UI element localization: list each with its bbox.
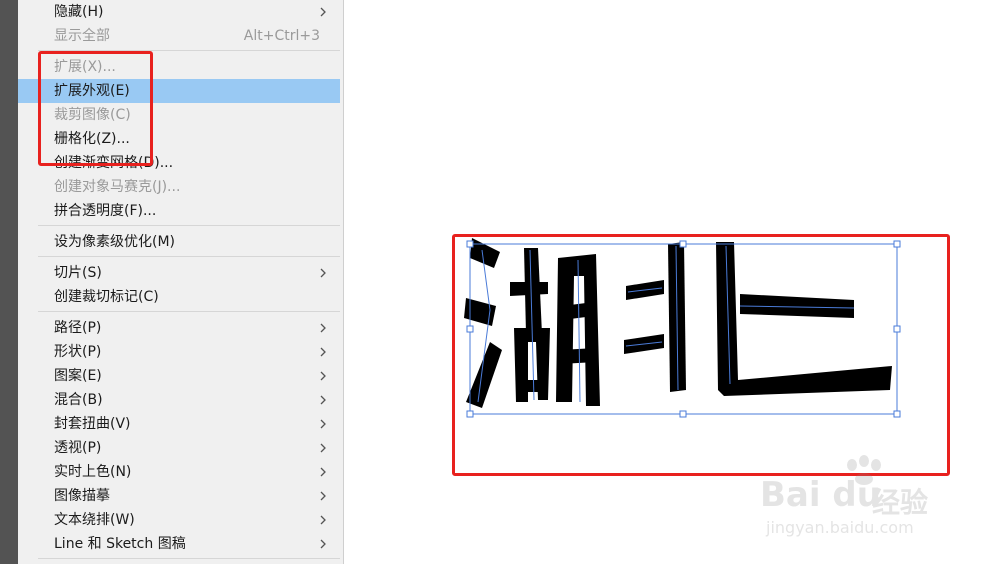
menu-item-pixel-perfect[interactable]: 设为像素级优化(M): [18, 230, 340, 254]
menu-item-label: 形状(P): [54, 344, 102, 360]
menu-item-label: 创建裁切标记(C): [54, 289, 159, 305]
chevron-right-icon: [320, 371, 326, 381]
menu-item-label: 显示全部: [54, 28, 110, 44]
menu-item-label: 文本绕排(W): [54, 512, 135, 528]
menu-item-label: 透视(P): [54, 440, 102, 456]
annotation-artwork-box: [452, 234, 950, 476]
chevron-right-icon: [320, 7, 326, 17]
menu-item-slice[interactable]: 切片(S): [18, 261, 340, 285]
chevron-right-icon: [320, 419, 326, 429]
watermark-url: jingyan.baidu.com: [766, 518, 914, 537]
baidu-jingyan-watermark: Bai du 经验 jingyan.baidu.com: [760, 455, 950, 550]
menu-item-show-all[interactable]: 显示全部 Alt+Ctrl+3: [18, 24, 340, 48]
chevron-right-icon: [320, 443, 326, 453]
watermark-brand: Bai du: [760, 475, 881, 515]
menu-item-label: 图案(E): [54, 368, 102, 384]
watermark-cn: 经验: [872, 486, 929, 519]
chevron-right-icon: [320, 323, 326, 333]
menu-item-label: 图像描摹: [54, 488, 110, 504]
menu-item-live-paint[interactable]: 实时上色(N): [18, 460, 340, 484]
chevron-right-icon: [320, 491, 326, 501]
menu-item-create-trim-marks[interactable]: 创建裁切标记(C): [18, 285, 340, 309]
chevron-right-icon: [320, 515, 326, 525]
menu-item-text-wrap[interactable]: 文本绕排(W): [18, 508, 340, 532]
menu-separator: [38, 558, 340, 559]
menu-item-path[interactable]: 路径(P): [18, 316, 340, 340]
menu-item-label: 拼合透明度(F)...: [54, 203, 157, 219]
menu-separator: [38, 225, 340, 226]
menu-item-label: 路径(P): [54, 320, 102, 336]
chevron-right-icon: [320, 347, 326, 357]
menu-item-perspective[interactable]: 透视(P): [18, 436, 340, 460]
chevron-right-icon: [320, 467, 326, 477]
menu-item-label: 隐藏(H): [54, 4, 104, 20]
menu-item-label: 切片(S): [54, 265, 102, 281]
chevron-right-icon: [320, 268, 326, 278]
chevron-right-icon: [320, 539, 326, 549]
menu-item-blend[interactable]: 混合(B): [18, 388, 340, 412]
menu-item-label: 实时上色(N): [54, 464, 132, 480]
menu-separator: [38, 311, 340, 312]
toolbar-strip: [0, 0, 18, 564]
menu-item-label: 封套扭曲(V): [54, 416, 131, 432]
chevron-right-icon: [320, 395, 326, 405]
menu-item-label: 创建对象马赛克(J)...: [54, 179, 181, 195]
menu-item-create-object-mosaic[interactable]: 创建对象马赛克(J)...: [18, 175, 340, 199]
menu-item-label: 设为像素级优化(M): [54, 234, 176, 250]
menu-item-pattern[interactable]: 图案(E): [18, 364, 340, 388]
menu-item-envelope-distort[interactable]: 封套扭曲(V): [18, 412, 340, 436]
menu-item-label: 混合(B): [54, 392, 103, 408]
menu-item-image-trace[interactable]: 图像描摹: [18, 484, 340, 508]
menu-item-shape[interactable]: 形状(P): [18, 340, 340, 364]
menu-item-shortcut: Alt+Ctrl+3: [243, 28, 320, 44]
menu-item-flatten-transparency[interactable]: 拼合透明度(F)...: [18, 199, 340, 223]
screen: 隐藏(H) 显示全部 Alt+Ctrl+3 扩展(X)... 扩展外观(E) 裁…: [0, 0, 996, 564]
menu-separator: [38, 256, 340, 257]
annotation-highlight-box: [38, 51, 153, 166]
menu-item-label: Line 和 Sketch 图稿: [54, 536, 186, 552]
menu-item-line-and-sketch[interactable]: Line 和 Sketch 图稿: [18, 532, 340, 556]
menu-item-hide[interactable]: 隐藏(H): [18, 0, 340, 24]
